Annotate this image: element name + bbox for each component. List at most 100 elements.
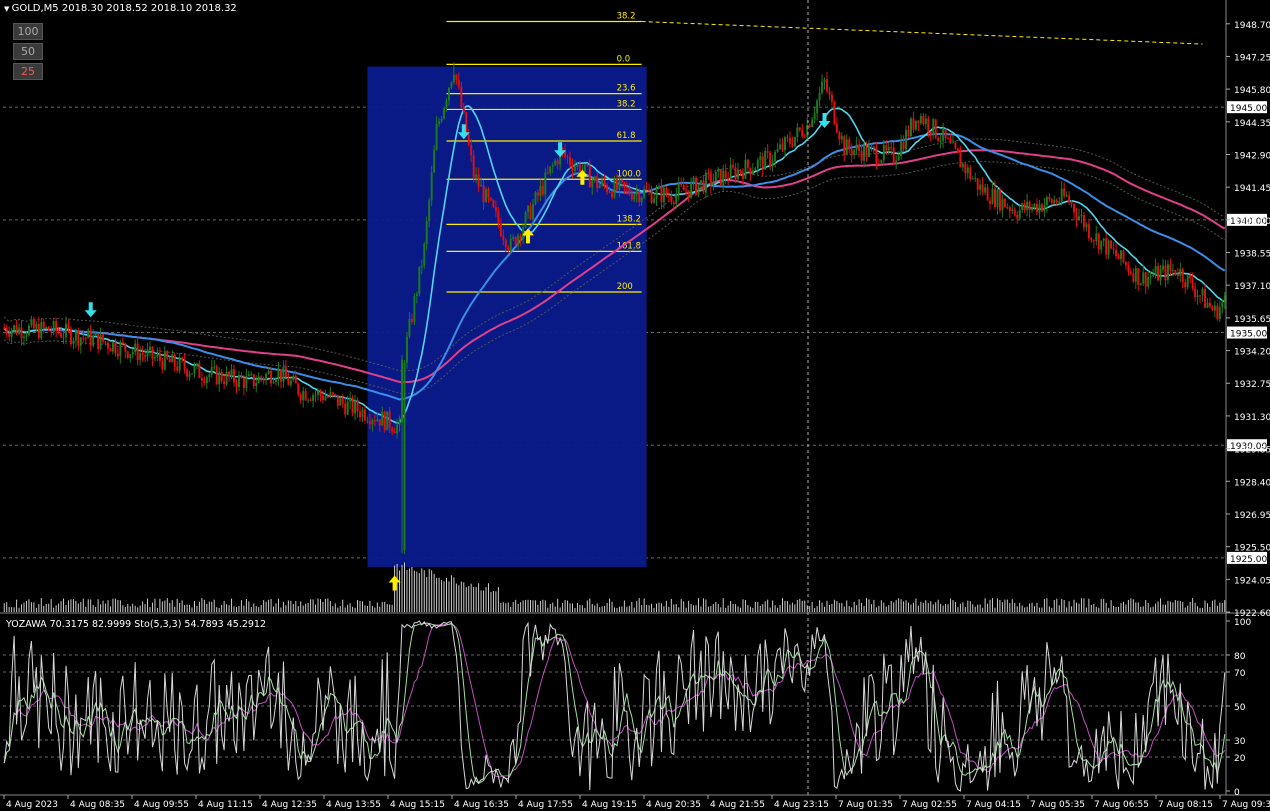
candle-body	[714, 171, 717, 182]
candle-body	[907, 129, 910, 136]
candle-body	[576, 164, 579, 167]
time-tick-label: 4 Aug 09:55	[134, 800, 189, 810]
candle-body	[173, 354, 176, 367]
lot-button-50[interactable]: 50	[13, 43, 43, 60]
candle-body	[403, 362, 406, 551]
candle-body	[361, 409, 364, 418]
candle-body	[788, 137, 791, 144]
candle-body	[396, 424, 399, 434]
dropdown-triangle-icon[interactable]: ▼	[4, 5, 12, 13]
candle-body	[998, 190, 1001, 211]
candle-body	[67, 323, 70, 329]
candle-body	[830, 94, 833, 102]
candle-body	[247, 374, 250, 377]
candle-body	[82, 337, 85, 339]
candle-body	[1068, 195, 1071, 203]
candle-body	[447, 87, 450, 101]
candle-body	[89, 330, 92, 346]
time-tick-label: 4 Aug 11:15	[198, 800, 253, 810]
candle-body	[877, 163, 880, 165]
candle-body	[791, 143, 794, 147]
candle-body	[712, 181, 715, 186]
price-tick-label: 1948.70	[1234, 21, 1270, 31]
candle-body	[346, 401, 349, 415]
price-tick-label: 1932.75	[1234, 380, 1270, 390]
candle-body	[818, 92, 821, 101]
candle-body	[534, 192, 537, 205]
candle-body	[309, 399, 312, 401]
price-pane[interactable]: 38.20.023.638.261.8100.0138.2161.8200	[3, 12, 1226, 612]
candle-body	[539, 185, 542, 196]
candle-body	[994, 188, 996, 208]
candle-body	[153, 357, 156, 359]
candle-body	[60, 332, 63, 338]
lot-button-100[interactable]: 100	[13, 23, 43, 40]
candle-body	[739, 169, 742, 173]
candle-body	[546, 172, 549, 174]
candle-body	[171, 354, 174, 363]
candle-body	[489, 197, 492, 200]
time-tick-label: 4 Aug 15:15	[390, 800, 445, 810]
lot-button-25[interactable]: 25	[13, 63, 43, 80]
candle-body	[774, 151, 777, 162]
candle-body	[139, 353, 142, 361]
time-tick-label: 7 Aug 09:35	[1222, 800, 1270, 810]
candle-body	[1063, 188, 1066, 197]
candle-body	[514, 237, 517, 246]
candle-body	[793, 136, 796, 147]
candle-body	[1092, 240, 1095, 242]
candle-body	[823, 79, 826, 82]
candle-body	[744, 159, 747, 179]
candle-body	[1018, 210, 1021, 219]
candle-body	[690, 182, 693, 198]
candle-body	[37, 323, 40, 339]
candle-body	[746, 159, 749, 168]
candle-body	[161, 360, 164, 370]
candle-body	[1204, 288, 1206, 308]
candle-body	[1176, 274, 1179, 277]
candle-body	[531, 204, 534, 220]
candle-body	[312, 395, 315, 401]
candle-body	[1134, 268, 1137, 282]
oscillator-pane[interactable]	[3, 620, 1226, 792]
candle-body	[964, 163, 967, 174]
candle-body	[667, 195, 670, 197]
candle-body	[111, 342, 114, 352]
candle-body	[443, 107, 446, 119]
candle-body	[615, 179, 618, 190]
candle-body	[1078, 216, 1080, 220]
candle-body	[3, 328, 6, 330]
price-tick-label: 1928.40	[1234, 478, 1270, 488]
candle-body	[10, 330, 13, 337]
candle-body	[598, 184, 601, 189]
candle-body	[47, 326, 50, 332]
trading-terminal-chart[interactable]: 38.2 0.0 23.6 38.2 61.8 100.0 138.2 161.8 200 19…	[0, 0, 1270, 811]
symbol-header[interactable]: ▼ GOLD,M5 2018.30 2018.52 2018.10 2018.3…	[4, 3, 237, 14]
candle-body	[1003, 198, 1006, 208]
time-tick-label: 4 Aug 13:55	[326, 800, 381, 810]
candle-body	[927, 118, 930, 132]
candle-body	[1139, 283, 1142, 286]
candle-body	[996, 190, 999, 208]
chart-canvas[interactable]: 38.20.023.638.261.8100.0138.2161.8200 19…	[0, 0, 1270, 811]
candle-body	[102, 334, 105, 342]
candle-body	[606, 184, 609, 192]
candle-body	[601, 179, 604, 185]
sell-arrow-icon	[84, 302, 97, 318]
candle-body	[87, 330, 90, 339]
candle-body	[195, 363, 198, 366]
candle-body	[423, 243, 426, 267]
time-tick-label: 7 Aug 06:55	[1094, 800, 1149, 810]
stoch-slow-line	[3, 622, 1226, 785]
candle-body	[855, 144, 858, 150]
candle-body	[756, 159, 759, 169]
candle-body	[84, 337, 87, 339]
osc-tick-label: 50	[1234, 703, 1246, 713]
candle-body	[754, 168, 757, 171]
candle-body	[549, 166, 552, 173]
candle-body	[895, 160, 898, 164]
candle-body	[428, 200, 431, 222]
candle-body	[811, 119, 814, 128]
candle-body	[596, 176, 599, 189]
candle-body	[858, 144, 861, 151]
